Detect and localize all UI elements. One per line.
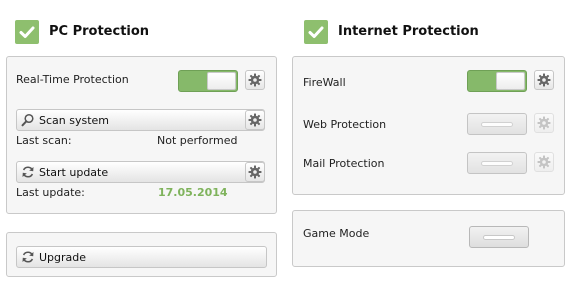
search-icon bbox=[21, 113, 34, 127]
toggle-bar bbox=[482, 123, 512, 126]
game-mode-toggle[interactable] bbox=[469, 226, 529, 248]
realtime-protection-toggle[interactable] bbox=[178, 70, 238, 92]
pc-protection-title: PC Protection bbox=[49, 24, 150, 39]
gear-icon bbox=[248, 73, 262, 87]
last-scan-label: Last scan: bbox=[16, 134, 72, 147]
gear-icon bbox=[248, 113, 262, 127]
last-update-label: Last update: bbox=[16, 186, 85, 199]
firewall-settings-button[interactable] bbox=[534, 70, 554, 90]
toggle-knob bbox=[207, 72, 236, 90]
update-settings-button[interactable] bbox=[245, 162, 265, 182]
upgrade-label: Upgrade bbox=[39, 251, 87, 264]
mail-protection-label: Mail Protection bbox=[303, 157, 385, 170]
gear-icon bbox=[248, 165, 262, 179]
gear-icon bbox=[537, 73, 551, 87]
firewall-label: FireWall bbox=[303, 76, 346, 89]
internet-protection-title: Internet Protection bbox=[338, 24, 479, 39]
scan-settings-button[interactable] bbox=[245, 110, 265, 130]
toggle-bar bbox=[484, 236, 514, 239]
mail-protection-toggle[interactable] bbox=[467, 152, 527, 174]
pc-protection-check-icon[interactable] bbox=[15, 20, 39, 44]
internet-protection-check-icon[interactable] bbox=[304, 20, 328, 44]
toggle-bar bbox=[482, 162, 512, 165]
gear-icon bbox=[537, 155, 551, 169]
last-update-value: 17.05.2014 bbox=[158, 186, 228, 199]
gear-icon bbox=[537, 116, 551, 130]
start-update-button[interactable]: Start update bbox=[16, 161, 265, 183]
scan-system-label: Scan system bbox=[39, 114, 110, 127]
refresh-icon bbox=[22, 251, 34, 263]
realtime-settings-button[interactable] bbox=[245, 70, 265, 90]
firewall-toggle[interactable] bbox=[467, 70, 527, 92]
web-protection-settings-button[interactable] bbox=[534, 113, 554, 133]
start-update-label: Start update bbox=[39, 166, 109, 179]
realtime-protection-label: Real-Time Protection bbox=[16, 73, 129, 86]
upgrade-button[interactable]: Upgrade bbox=[16, 246, 267, 268]
web-protection-toggle[interactable] bbox=[467, 113, 527, 135]
web-protection-label: Web Protection bbox=[303, 118, 387, 131]
refresh-icon bbox=[22, 166, 34, 178]
last-scan-value: Not performed bbox=[157, 134, 238, 147]
game-mode-label: Game Mode bbox=[303, 227, 370, 240]
mail-protection-settings-button[interactable] bbox=[534, 152, 554, 172]
toggle-knob bbox=[496, 72, 525, 90]
scan-system-button[interactable]: Scan system bbox=[16, 109, 265, 131]
